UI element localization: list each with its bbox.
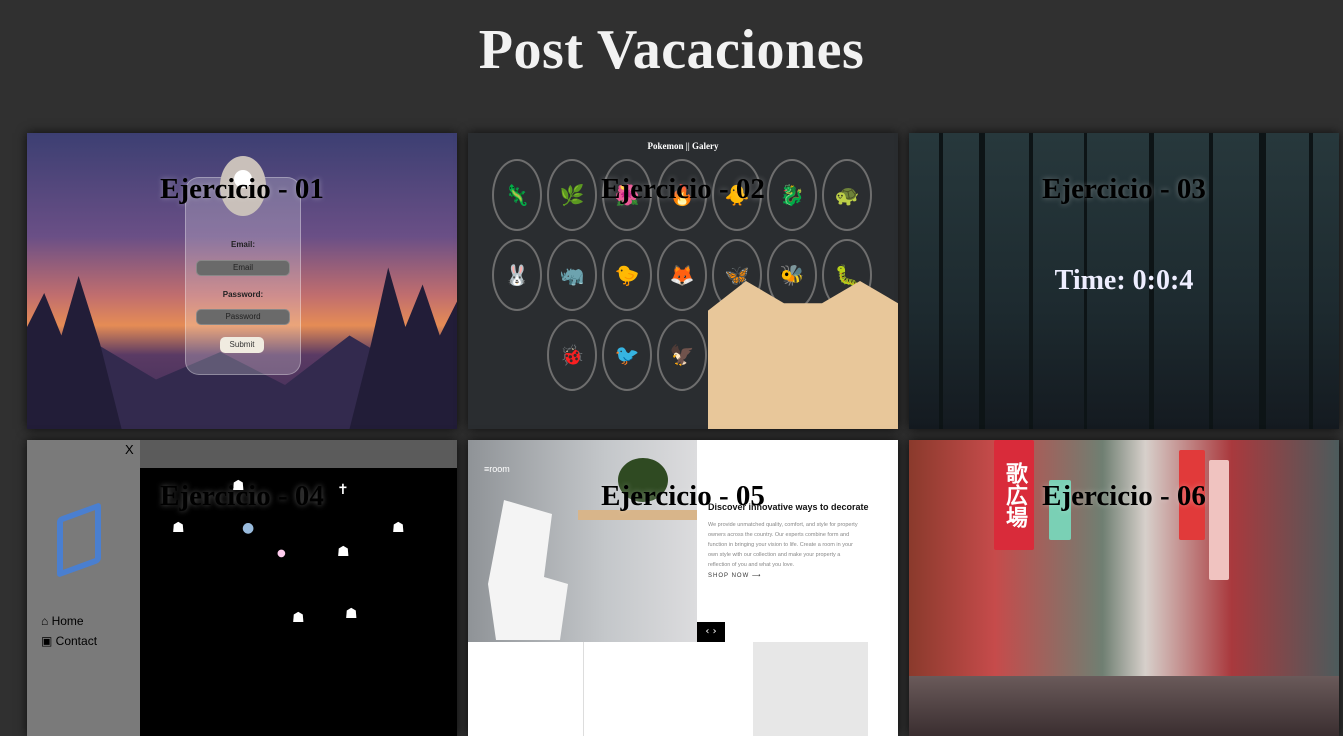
password-field: Password: [196, 309, 290, 325]
email-label: Email:: [230, 240, 255, 249]
room-body: We provide unmatched quality, comfort, a…: [708, 522, 858, 568]
pikachu-image: [708, 281, 898, 429]
ghost-icon: ☗: [345, 606, 358, 622]
logo-icon: [57, 501, 101, 579]
page-title: Post Vacaciones: [478, 19, 865, 81]
login-form-preview: Email: Email Password: Password Submit: [185, 156, 301, 375]
card-ejercicio-05[interactable]: ≡room Discover innovative ways to decora…: [468, 440, 898, 736]
ghost-icon: ☗: [292, 610, 305, 626]
pokemon-circle: 🦊: [657, 239, 707, 311]
card-title: Ejercicio - 01: [160, 173, 324, 205]
card-title: Ejercicio - 04: [160, 480, 324, 512]
pokemon-circle: 🐦: [602, 319, 652, 391]
ghost-icon: ☗: [337, 544, 350, 560]
card-ejercicio-01[interactable]: Email: Email Password: Password Submit E…: [27, 133, 457, 429]
slider-arrows-icon: ‹ ›: [697, 622, 725, 642]
pokemon-circle: 🐞: [547, 319, 597, 391]
close-icon: X: [125, 442, 134, 457]
card-title: Ejercicio - 05: [601, 480, 765, 512]
ghost-icon: ☗: [392, 520, 405, 536]
card-ejercicio-03[interactable]: Time: 0:0:4 Ejercicio - 03: [909, 133, 1339, 429]
top-bar: [140, 440, 457, 468]
email-field: Email: [196, 260, 290, 276]
street-sign: [1209, 460, 1229, 580]
card-title: Ejercicio - 02: [601, 173, 765, 205]
card-title: Ejercicio - 03: [1042, 173, 1206, 205]
gallery-title: Pokemon || Galery: [647, 141, 719, 151]
shop-now-link: SHOP NOW ⟶: [708, 573, 762, 579]
gray-block: [753, 642, 868, 736]
timer-display: Time: 0:0:4: [1054, 265, 1194, 296]
ghost-icon: ☗: [172, 520, 185, 536]
orb-icon: ●: [242, 520, 255, 536]
sidebar-item-home: ⌂ Home: [41, 614, 84, 628]
card-ejercicio-02[interactable]: Pokemon || Galery 🦎 🌿 🌺 🔥 🐥 🐉 🐢 🐰 🦏 🐤 🦊 …: [468, 133, 898, 429]
pokemon-circle: 🦏: [547, 239, 597, 311]
pokemon-circle: 🐤: [602, 239, 652, 311]
sidebar-item-contact: ▣ Contact: [41, 634, 98, 648]
submit-button: Submit: [220, 337, 264, 353]
crowd-graphic: [909, 676, 1339, 736]
image-footer: [583, 642, 754, 736]
chair-graphic: [488, 500, 568, 640]
orb-icon: ●: [277, 548, 286, 559]
card-ejercicio-04[interactable]: X ⌂ Home ▣ Contact ☗ ✝ ☗ ● ☗ ☗ ☗ ☗ ● Eje…: [27, 440, 457, 736]
card-ejercicio-06[interactable]: 歌広場 Ejercicio - 06: [909, 440, 1339, 736]
password-label: Password:: [222, 290, 264, 299]
room-logo: ≡room: [484, 464, 510, 474]
pokemon-circle: 🐰: [492, 239, 542, 311]
card-title: Ejercicio - 06: [1042, 480, 1206, 512]
pokemon-circle: 🦅: [657, 319, 707, 391]
